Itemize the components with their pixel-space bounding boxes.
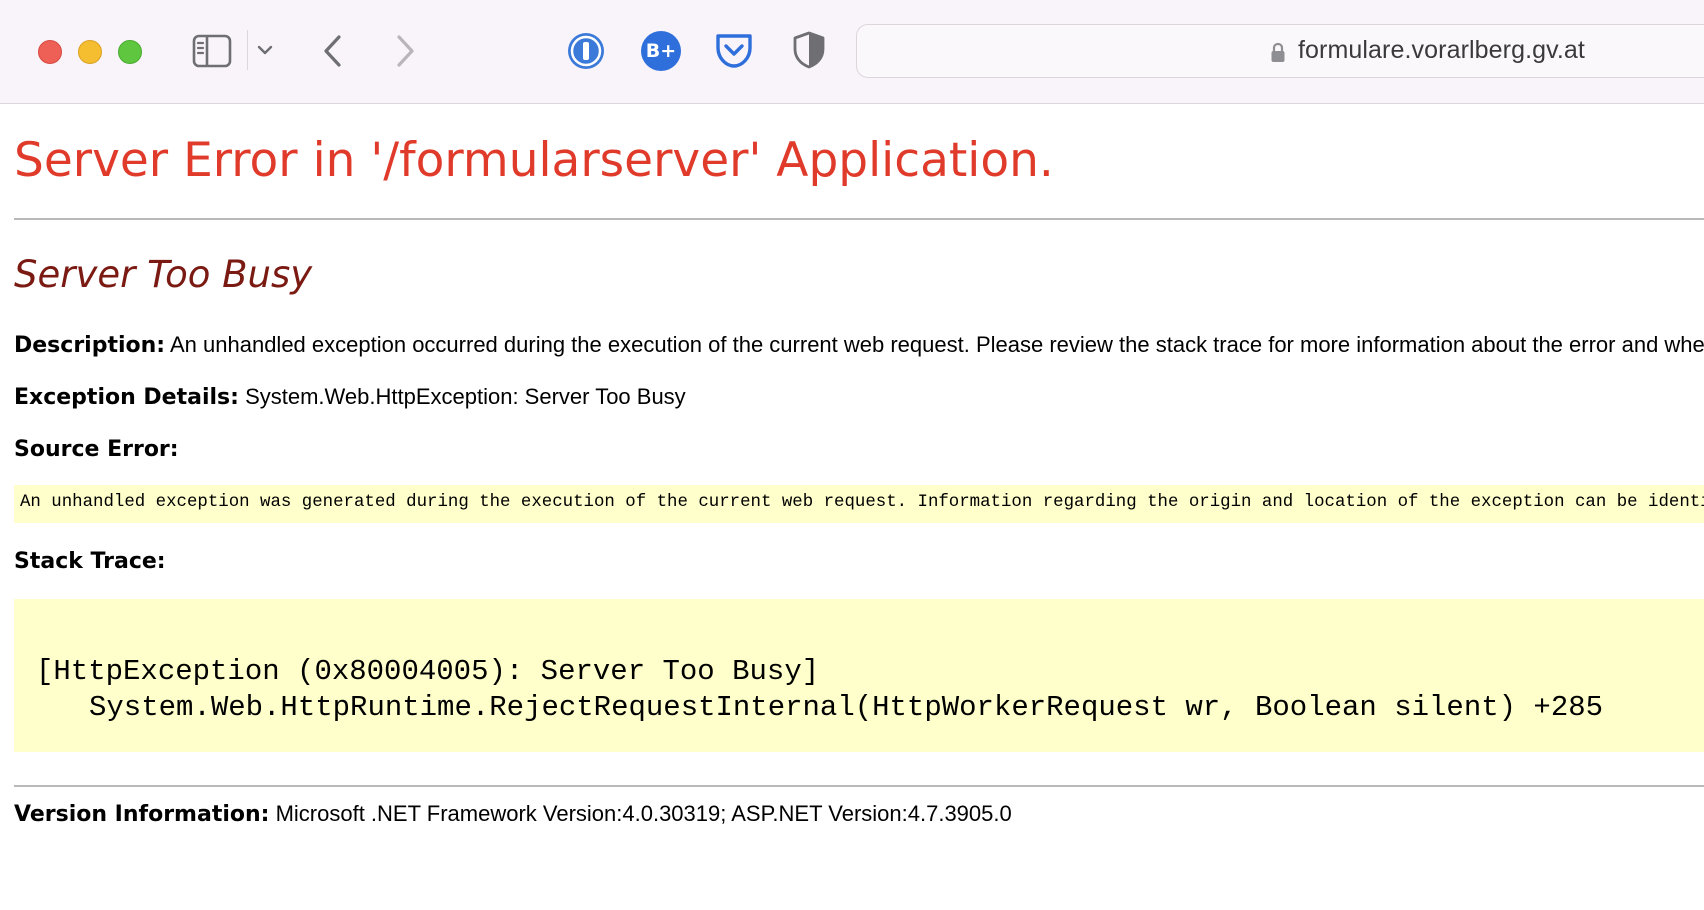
- description-text: An unhandled exception occurred during t…: [170, 332, 1704, 357]
- bplus-icon-label: B+: [645, 40, 677, 62]
- toolbar-divider: [247, 30, 248, 70]
- version-divider: [14, 785, 1704, 787]
- chevron-down-icon[interactable]: [257, 44, 273, 56]
- stack-trace-label: Stack Trace:: [14, 549, 166, 574]
- stack-trace-box: [HttpException (0x80004005): Server Too …: [14, 599, 1704, 752]
- forward-arrow-icon[interactable]: [394, 34, 416, 68]
- bplus-icon[interactable]: B+: [641, 31, 681, 71]
- exception-details-row: Exception Details: System.Web.HttpExcept…: [14, 384, 686, 410]
- window-minimize-button[interactable]: [78, 40, 102, 64]
- exception-details-text: System.Web.HttpException: Server Too Bus…: [245, 384, 686, 409]
- title-divider: [14, 218, 1704, 220]
- source-error-text: An unhandled exception was generated dur…: [20, 493, 1704, 512]
- browser-toolbar: B+ formulare.vorarlberg.gv.at: [0, 0, 1704, 104]
- sidebar-icon[interactable]: [192, 34, 232, 68]
- shield-icon[interactable]: [792, 30, 826, 70]
- source-error-label: Source Error:: [14, 437, 179, 462]
- stack-trace-line: System.Web.HttpRuntime.RejectRequestInte…: [89, 691, 1604, 724]
- stack-trace-row: Stack Trace:: [14, 548, 166, 574]
- error-heading: Server Too Busy: [14, 253, 313, 296]
- exception-details-label: Exception Details:: [14, 385, 239, 410]
- source-error-box: An unhandled exception was generated dur…: [14, 485, 1704, 523]
- version-info-row: Version Information: Microsoft .NET Fram…: [14, 801, 1012, 827]
- lock-icon: [1271, 42, 1285, 62]
- description-label: Description:: [14, 333, 166, 358]
- page-content: Server Error in '/formularserver' Applic…: [0, 105, 1704, 910]
- stack-trace-line: [HttpException (0x80004005): Server Too …: [36, 655, 820, 688]
- version-info-text: Microsoft .NET Framework Version:4.0.303…: [275, 801, 1012, 826]
- page-title: Server Error in '/formularserver' Applic…: [14, 133, 1054, 188]
- url-text[interactable]: formulare.vorarlberg.gv.at: [1298, 36, 1585, 65]
- version-info-label: Version Information:: [14, 802, 270, 827]
- pocket-icon[interactable]: [714, 32, 754, 70]
- 1password-icon[interactable]: [566, 31, 606, 71]
- back-arrow-icon[interactable]: [322, 34, 344, 68]
- window-zoom-button[interactable]: [118, 40, 142, 64]
- description-row: Description: An unhandled exception occu…: [14, 332, 1704, 358]
- source-error-row: Source Error:: [14, 436, 179, 462]
- window-close-button[interactable]: [38, 40, 62, 64]
